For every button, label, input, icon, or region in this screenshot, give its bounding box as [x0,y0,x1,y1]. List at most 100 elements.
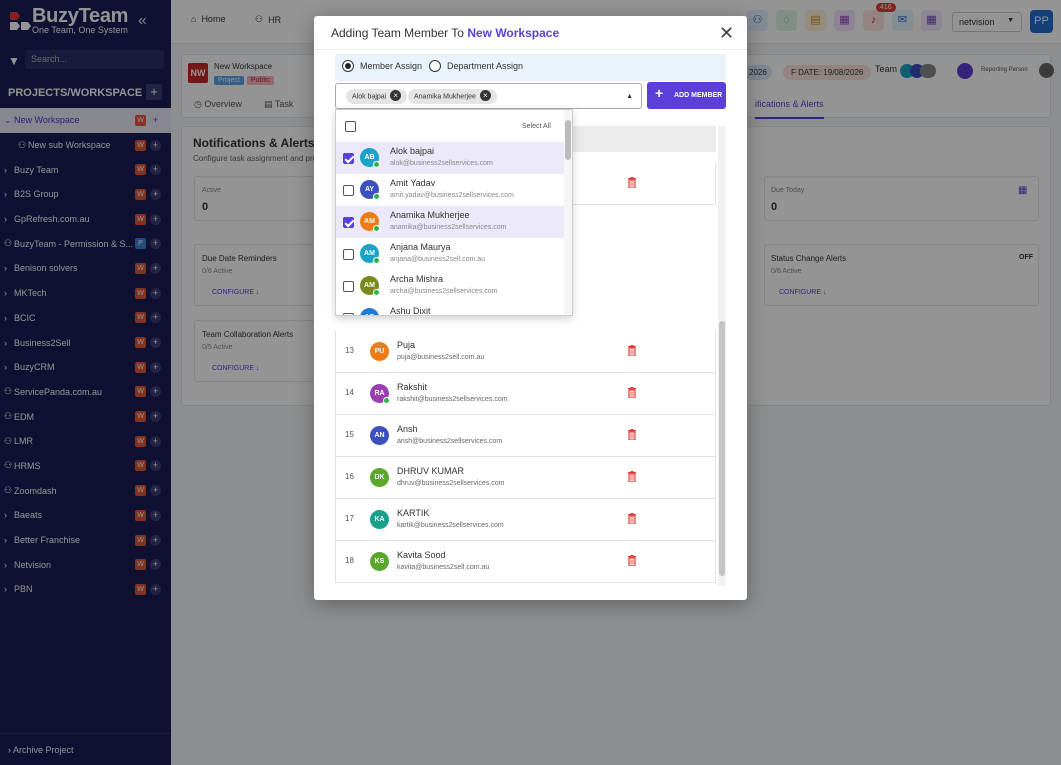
member-name: Rakshit [397,382,428,392]
option-checkbox[interactable] [343,185,354,196]
online-status-icon [373,289,380,296]
remove-tag-icon[interactable]: × [390,90,402,101]
member-initials: AM [364,218,375,225]
dropdown-option[interactable]: AY Amit Yadav amit.yadav@business2sellserv… [336,174,564,206]
member-avatar: AM [360,244,380,264]
remove-tag-icon[interactable]: × [479,90,491,101]
member-initials: AD [364,314,374,315]
option-name: Anamika Mukherjee [390,210,470,220]
delete-icon[interactable] [627,429,637,441]
member-name: Kavita Sood [397,550,446,560]
member-avatar: RA [370,384,390,404]
delete-icon[interactable] [627,387,637,399]
scrollbar-thumb[interactable] [719,321,725,576]
member-dropdown: Select All AB Alok bajpai alok@business2se… [335,109,573,316]
member-name: KARTIK [397,508,430,518]
modal-title-prefix: Adding Team Member To [331,26,464,40]
add-member-label: ADD MEMBER [674,92,723,99]
option-checkbox[interactable] [343,281,354,292]
row-number: 14 [345,388,354,397]
table-row: 18 KS Kavita Sood kavita@business2sell.com.… [335,541,716,583]
member-email: rakshit@business2sellservices.com [397,396,508,403]
member-avatar: AM [360,276,380,296]
divider [314,49,747,50]
select-all-checkbox[interactable] [345,121,356,132]
member-initials: PU [374,348,385,355]
online-status-icon [373,225,380,232]
member-name: Puja [397,340,416,350]
delete-icon[interactable] [627,177,637,189]
member-initials: AM [364,250,375,257]
dropdown-option[interactable]: AM Anjana Maurya anjana@business2sell.com.… [336,238,564,270]
dropdown-option[interactable]: AM Archa Mishra archa@business2sellservice… [336,270,564,302]
delete-icon[interactable] [627,555,637,567]
member-name: Ansh [397,424,418,434]
delete-icon[interactable] [627,345,637,357]
dropdown-option[interactable]: AD Ashu Dixit [336,302,564,316]
member-initials: AM [364,282,375,289]
member-initials: RA [374,390,385,397]
close-icon[interactable]: ✕ [719,23,734,44]
member-avatar: AD [360,308,379,315]
member-avatar: KS [370,552,389,571]
modal-title-workspace: New Workspace [467,26,560,40]
member-multiselect[interactable]: Alok bajpai × Anamika Mukherjee × ▲ [335,83,642,109]
select-all-label[interactable]: Select All [522,123,551,130]
table-row: 16 DK DHRUV KUMAR dhruv@business2sellservic… [335,457,716,499]
member-email: puja@business2sell.com.au [397,354,485,361]
delete-icon[interactable] [627,471,637,483]
option-name: Anjana Maurya [390,242,451,252]
member-avatar: AN [370,426,389,445]
row-number: 17 [345,514,354,523]
option-email: amit.yadav@business2sellservices.com [390,192,514,199]
member-initials: DK [374,474,385,481]
member-avatar: AB [360,148,380,168]
member-assign-label: Member Assign [360,61,423,71]
option-email: anjana@business2sell.com.au [390,256,486,263]
department-assign-radio[interactable]: Department Assign [429,60,523,72]
member-avatar: AY [360,180,380,200]
member-email: dhruv@business2sellservices.com [397,480,505,487]
option-name: Ashu Dixit [390,306,431,316]
tag-label: Alok bajpai [352,93,387,101]
member-initials: AN [374,432,385,439]
option-email: anamika@business2sellservices.com [390,224,507,231]
row-number: 15 [345,430,354,439]
member-avatar: PU [370,342,389,361]
option-name: Amit Yadav [390,178,436,188]
dropdown-option[interactable]: AB Alok bajpai alok@business2sellservices.… [336,142,564,174]
tag-label: Anamika Mukherjee [414,93,476,101]
member-assign-radio[interactable]: Member Assign [342,60,422,72]
radio-unchecked-icon [429,60,441,72]
member-avatar: AM [360,212,380,232]
option-checkbox[interactable] [343,249,354,260]
member-email: kavita@business2sell.com.au [397,564,490,571]
add-member-button[interactable]: + ADD MEMBER [647,82,726,109]
row-number: 18 [345,556,354,565]
caret-up-icon[interactable]: ▲ [626,93,633,100]
member-email: kartik@business2sellservices.com [397,522,504,529]
table-scrollbar[interactable] [718,126,726,586]
dropdown-scrollbar[interactable] [564,110,572,315]
member-initials: AY [364,186,375,193]
option-checkbox[interactable] [343,153,354,164]
member-name: DHRUV KUMAR [397,466,465,476]
table-row: 13 PU Puja puja@business2sell.com.au [335,331,716,373]
member-initials: KA [374,516,385,523]
plus-icon: + [655,85,664,101]
option-checkbox[interactable] [343,217,354,228]
option-email: alok@business2sellservices.com [390,160,493,167]
member-email: ansh@business2sellservices.com [397,438,503,445]
option-checkbox[interactable] [343,313,354,315]
modal-title: Adding Team Member To New Workspace [331,26,559,40]
row-number: 16 [345,472,354,481]
option-name: Archa Mishra [390,274,444,284]
online-status-icon [373,193,380,200]
option-name: Alok bajpai [390,146,435,156]
dropdown-option[interactable]: AM Anamika Mukherjee anamika@business2sell… [336,206,564,238]
delete-icon[interactable] [627,513,637,525]
scrollbar-thumb[interactable] [565,120,571,160]
member-initials: KS [374,558,385,565]
department-assign-label: Department Assign [447,61,524,71]
radio-checked-icon [342,60,354,72]
